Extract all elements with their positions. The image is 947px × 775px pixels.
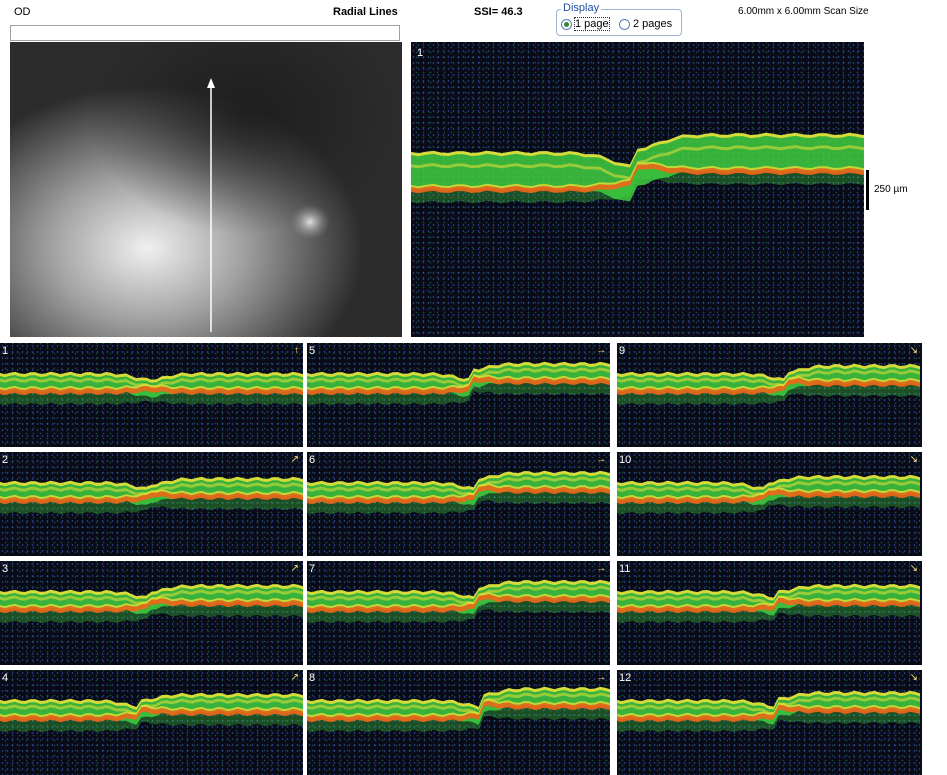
display-options-group: Display 1 page 2 pages (556, 2, 682, 36)
thumbnail-number: 3 (2, 563, 9, 575)
thumbnail-layers (307, 470, 610, 515)
fundus-image[interactable] (10, 42, 402, 337)
thumbnail-number: 9 (619, 345, 626, 357)
display-legend: Display (561, 2, 602, 14)
scan-size-label: 6.00mm x 6.00mm Scan Size (738, 6, 869, 17)
arrow-down-right-icon: ↘ (909, 563, 918, 574)
one-page-radio[interactable]: 1 page (561, 17, 610, 31)
thumbnail-scan-5[interactable]: 5 → (307, 343, 610, 447)
arrow-up-right-icon: ↗ (290, 672, 299, 683)
thumbnail-scan-12[interactable]: 12 ↘ (617, 670, 922, 775)
thumbnail-layers (307, 579, 610, 624)
arrow-down-right-icon: ↘ (909, 672, 918, 683)
main-scan-number: 1 (417, 47, 424, 59)
two-pages-label: 2 pages (633, 18, 673, 30)
two-pages-radio[interactable]: 2 pages (619, 18, 672, 30)
thumbnail-layers (0, 583, 303, 624)
arrow-up-right-icon: ↗ (290, 454, 299, 465)
thumbnail-layers (617, 474, 920, 515)
thumbnail-number: 6 (309, 454, 316, 466)
thumbnail-layers (0, 476, 303, 515)
thumbnail-number: 11 (619, 563, 631, 575)
radio-selected-icon (561, 18, 572, 30)
thumbnail-scan-7[interactable]: 7 → (307, 561, 610, 665)
thumbnail-scan-6[interactable]: 6 → (307, 452, 610, 556)
arrow-up-right-icon: ↗ (290, 563, 299, 574)
thumbnail-layers (307, 361, 610, 406)
optic-disc (290, 204, 330, 240)
thumbnail-number: 2 (2, 454, 9, 466)
thumbnail-scan-9[interactable]: 9 ↘ (617, 343, 922, 447)
thumbnail-number: 7 (309, 563, 316, 575)
thumbnail-layers (307, 686, 610, 733)
one-page-label: 1 page (574, 17, 610, 31)
thumbnail-scan-8[interactable]: 8 → (307, 670, 610, 775)
scale-label: 250 µm (874, 184, 908, 195)
thumbnail-layers (617, 690, 920, 733)
main-scan-layers (411, 132, 864, 204)
thumbnail-scan-11[interactable]: 11 ↘ (617, 561, 922, 665)
thumbnail-layers (617, 583, 920, 624)
thumbnail-number: 8 (309, 672, 316, 684)
fundus-title-bar (10, 25, 400, 41)
thumbnail-layers (0, 371, 303, 406)
thumbnail-number: 4 (2, 672, 9, 684)
thumbnail-scan-3[interactable]: 3 ↗ (0, 561, 303, 665)
thumbnail-number: 5 (309, 345, 316, 357)
arrow-right-icon: → (596, 454, 606, 465)
thumbnail-scan-4[interactable]: 4 ↗ (0, 670, 303, 775)
thumbnail-scan-2[interactable]: 2 ↗ (0, 452, 303, 556)
radio-unselected-icon (619, 18, 630, 30)
scale-bar (866, 170, 869, 210)
arrow-right-icon: → (596, 672, 606, 683)
thumbnail-layers (617, 363, 920, 406)
thumbnail-number: 10 (619, 454, 632, 466)
thumbnail-layers (0, 692, 303, 733)
thumbnail-number: 1 (2, 345, 9, 357)
arrow-down-right-icon: ↘ (909, 345, 918, 356)
eye-label: OD (14, 6, 31, 18)
main-oct-scan[interactable]: 1 (411, 42, 864, 337)
arrow-right-icon: → (596, 563, 606, 574)
thumbnail-scan-10[interactable]: 10 ↘ (617, 452, 922, 556)
arrow-down-right-icon: ↘ (909, 454, 918, 465)
scan-type-title: Radial Lines (333, 6, 398, 18)
ssi-value: SSI= 46.3 (474, 6, 523, 18)
arrow-right-icon: → (596, 345, 606, 356)
thumbnail-number: 12 (619, 672, 632, 684)
thumbnail-scan-1[interactable]: 1 ↑ (0, 343, 303, 447)
arrow-up-icon: ↑ (294, 345, 299, 356)
fundus-graphic (10, 42, 402, 337)
